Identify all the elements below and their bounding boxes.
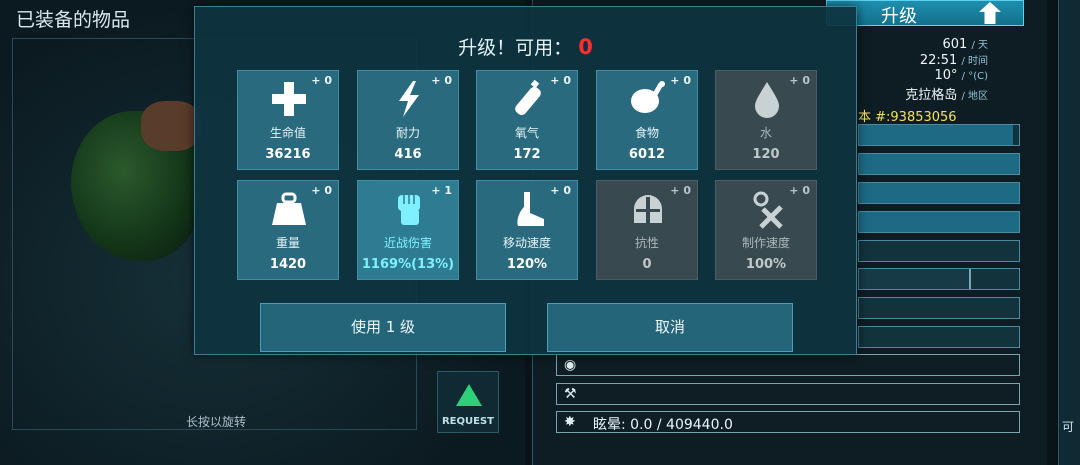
stat-cell-stamina[interactable]: + 0 耐力 416 — [357, 70, 459, 170]
speed-foot-icon — [517, 192, 544, 226]
stat-bar — [858, 297, 1020, 319]
stat-label: 水 — [759, 126, 772, 140]
time-value: 22:51 — [919, 53, 958, 68]
upgrade-arrow-icon — [979, 2, 1001, 24]
location-unit: / 地区 — [961, 91, 988, 102]
melee-fist-icon — [398, 195, 420, 225]
day-unit: / 天 — [971, 40, 988, 51]
stat-cell-food[interactable]: + 0 食物 6012 — [596, 70, 698, 170]
rotate-hint: 长按以旋转 — [186, 415, 247, 429]
brain-icon: ◉ — [564, 357, 577, 373]
weight-icon — [272, 192, 306, 225]
tame-id: 本 #:93853056 — [858, 110, 957, 125]
stat-bar-fill — [859, 154, 1019, 174]
stat-label: 抗性 — [634, 236, 659, 250]
oxygen-tank-icon — [515, 79, 541, 116]
stat-value: 1420 — [269, 257, 307, 272]
level-up-dialog: 升级！可用： 0 + 0 生命值 36216 + 0 耐力 416 + 0 氧气… — [194, 6, 857, 355]
torpor-text: 眩晕: 0.0 / 409440.0 — [593, 417, 733, 433]
upgrade-top-label: 升级 — [881, 6, 917, 27]
stat-value: 120 — [752, 147, 780, 162]
stat-label: 移动速度 — [502, 236, 551, 250]
stat-label: 制作速度 — [741, 236, 790, 250]
location-value: 克拉格岛 — [905, 88, 958, 103]
stat-bar — [858, 211, 1020, 233]
crafting-tools-icon — [753, 191, 783, 229]
stat-value: 6012 — [628, 147, 666, 162]
time-readout: 22:51 / 时间 — [920, 52, 988, 68]
temperature-value: 10° — [934, 68, 958, 83]
health-cross-icon — [272, 82, 306, 116]
food-meat-icon — [631, 81, 665, 113]
stat-points: + 0 — [789, 184, 810, 197]
stat-points: + 0 — [670, 74, 691, 87]
stat-bar — [858, 326, 1020, 348]
stat-points: + 0 — [311, 184, 332, 197]
stat-bar-fill — [859, 125, 1013, 145]
stat-points: + 0 — [550, 74, 571, 87]
stat-label: 食物 — [634, 126, 659, 140]
stat-points: + 0 — [550, 184, 571, 197]
stat-label: 近战伤害 — [383, 236, 432, 250]
stat-cell-health[interactable]: + 0 生命值 36216 — [237, 70, 339, 170]
stat-cell-water: + 0 水 120 — [715, 70, 817, 170]
stat-value: 172 — [513, 147, 541, 162]
stat-label: 生命值 — [269, 126, 306, 140]
torpor-stat-row: ✸ 眩晕: 0.0 / 409440.0 — [556, 411, 1020, 433]
day-value: 601 — [942, 37, 968, 52]
stat-value: 100% — [745, 257, 787, 272]
stat-value: 416 — [394, 147, 422, 162]
stat-bar — [858, 268, 1020, 290]
temperature-unit: / °(C) — [961, 71, 988, 82]
dialog-header: 升级！可用： 0 — [195, 33, 856, 60]
stat-cell-movement-speed[interactable]: + 0 移动速度 120% — [476, 180, 578, 280]
day-readout: 601 / 天 — [942, 36, 988, 52]
cancel-button[interactable]: 取消 — [547, 303, 793, 352]
points-available: 0 — [578, 35, 593, 59]
stat-points: + 1 — [431, 184, 452, 197]
crafting-tools-icon: ⚒ — [564, 386, 577, 402]
water-drop-icon — [755, 82, 779, 118]
temperature-readout: 10° / °(C) — [934, 68, 988, 83]
stat-points: + 0 — [431, 74, 452, 87]
stat-cell-melee[interactable]: + 1 近战伤害 1169%(13%) — [357, 180, 459, 280]
stat-bar-fill — [859, 269, 971, 289]
time-unit: / 时间 — [961, 56, 988, 67]
request-label: REQUEST — [441, 416, 494, 427]
equipped-title: 已装备的物品 — [16, 9, 131, 31]
stat-bar — [858, 153, 1020, 175]
stat-cell-fortitude: + 0 抗性 0 — [596, 180, 698, 280]
stat-points: + 0 — [670, 184, 691, 197]
request-triangle-icon — [456, 384, 482, 406]
dialog-title: 升级！可用： — [458, 37, 573, 59]
stat-cell-oxygen[interactable]: + 0 氧气 172 — [476, 70, 578, 170]
stat-value: 120% — [506, 257, 548, 272]
right-edge-panel — [1058, 0, 1080, 465]
stat-value: 0 — [642, 257, 652, 272]
use-level-button[interactable]: 使用 1 级 — [260, 303, 506, 352]
request-button[interactable]: REQUEST — [437, 371, 499, 433]
stamina-bolt-icon — [399, 81, 419, 117]
stat-bar-fill — [859, 212, 1019, 232]
stat-value: 36216 — [265, 147, 311, 162]
stat-value: 1169%(13%) — [361, 257, 455, 272]
location-readout: 克拉格岛 / 地区 — [905, 84, 988, 103]
stat-points: + 0 — [311, 74, 332, 87]
creature-saddle — [141, 101, 201, 151]
fortitude-helmet-icon — [634, 195, 662, 223]
right-edge-label[interactable]: 可 — [1062, 418, 1074, 435]
stat-cell-weight[interactable]: + 0 重量 1420 — [237, 180, 339, 280]
stat-label: 耐力 — [395, 126, 420, 140]
stat-label: 氧气 — [514, 126, 539, 140]
crafting-stat-row: ⚒ — [556, 383, 1020, 405]
stat-points: + 0 — [789, 74, 810, 87]
stat-bar — [858, 182, 1020, 204]
stat-bar-fill — [859, 183, 1019, 203]
stat-bar — [858, 124, 1020, 146]
stat-bar — [858, 240, 1020, 262]
stat-cell-crafting-speed: + 0 制作速度 100% — [715, 180, 817, 280]
stat-label: 重量 — [275, 236, 300, 250]
stun-icon: ✸ — [564, 414, 576, 430]
unknown-stat-row: ◉ — [556, 354, 1020, 376]
